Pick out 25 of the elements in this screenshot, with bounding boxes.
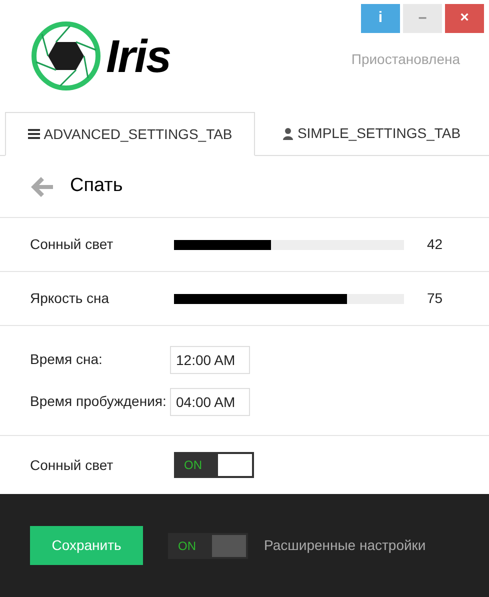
time-label: Время пробуждения: (30, 392, 168, 411)
settings-tab[interactable]: SIMPLE_SETTINGS_TAB (255, 112, 489, 155)
toggle-switch[interactable]: ON (168, 532, 248, 558)
user-icon (283, 128, 294, 140)
slider-track[interactable] (174, 240, 404, 250)
page-title: Спать (70, 174, 123, 198)
status-text: Приостановлена (351, 50, 460, 69)
setting-label: Сонный свет (30, 456, 114, 474)
toggle-switch[interactable]: ON (174, 452, 254, 478)
info-button[interactable]: i (361, 4, 400, 33)
minimize-button[interactable]: – (403, 4, 442, 33)
time-field[interactable]: 04:00 AM (170, 388, 250, 416)
slider-value: 75 (427, 289, 443, 308)
close-button[interactable]: × (445, 4, 484, 33)
time-label: Время сна: (30, 350, 104, 369)
toggle-label: Расширенные настройки (264, 536, 426, 555)
setting-label: Яркость сна (30, 289, 110, 308)
logo-text: Iris (106, 33, 170, 79)
slider-value: 42 (427, 235, 443, 254)
time-field[interactable]: 12:00 AM (170, 346, 250, 374)
setting-label: Сонный свет (30, 235, 114, 254)
aperture-icon (30, 20, 102, 92)
menu-icon (28, 129, 40, 139)
settings-tab[interactable]: ADVANCED_SETTINGS_TAB (5, 112, 255, 156)
slider-track[interactable] (174, 294, 404, 304)
